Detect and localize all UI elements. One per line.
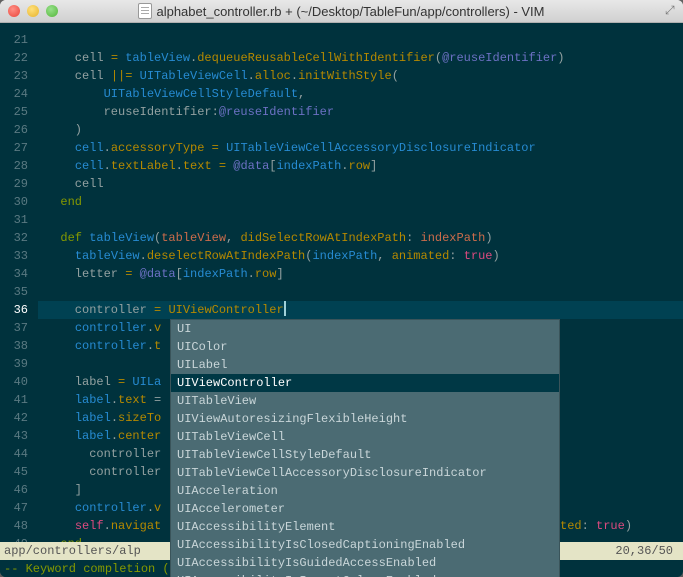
line-number: 30 [0, 193, 38, 211]
window: alphabet_controller.rb + (~/Desktop/Tabl… [0, 0, 683, 577]
code-line[interactable]: ) [38, 121, 683, 139]
code-line[interactable]: UITableViewCellStyleDefault, [38, 85, 683, 103]
line-number: 43 [0, 427, 38, 445]
status-file: app/controllers/alp [4, 542, 141, 560]
completion-item[interactable]: UIAccessibilityIsClosedCaptioningEnabled [171, 536, 559, 554]
line-number: 24 [0, 85, 38, 103]
completion-item[interactable]: UI [171, 320, 559, 338]
completion-item[interactable]: UIColor [171, 338, 559, 356]
code-line[interactable]: cell.accessoryType = UITableViewCellAcce… [38, 139, 683, 157]
line-number: 37 [0, 319, 38, 337]
completion-item[interactable]: UILabel [171, 356, 559, 374]
completion-item[interactable]: UITableView [171, 392, 559, 410]
gutter: 2122232425262728293031323334353637383940… [0, 23, 38, 577]
code-line[interactable] [38, 211, 683, 229]
completion-item[interactable]: UIViewController [171, 374, 559, 392]
code-line[interactable]: tableView.deselectRowAtIndexPath(indexPa… [38, 247, 683, 265]
document-icon [138, 3, 152, 19]
traffic-lights [8, 5, 58, 17]
status-position: 20,36/50 [615, 542, 683, 560]
line-number: 31 [0, 211, 38, 229]
line-number: 39 [0, 355, 38, 373]
line-number: 38 [0, 337, 38, 355]
line-number: 47 [0, 499, 38, 517]
line-number: 48 [0, 517, 38, 535]
completion-item[interactable]: UIAccessibilityIsInvertColorsEnabled [171, 572, 559, 577]
line-number: 28 [0, 157, 38, 175]
code-line[interactable]: controller = UIViewController [38, 301, 683, 319]
minimize-button[interactable] [27, 5, 39, 17]
line-number: 34 [0, 265, 38, 283]
line-number: 41 [0, 391, 38, 409]
completion-item[interactable]: UITableViewCellAccessoryDisclosureIndica… [171, 464, 559, 482]
code-line[interactable]: cell.textLabel.text = @data[indexPath.ro… [38, 157, 683, 175]
line-number: 40 [0, 373, 38, 391]
line-number: 29 [0, 175, 38, 193]
code-line[interactable]: cell ||= UITableViewCell.alloc.initWithS… [38, 67, 683, 85]
code-line[interactable]: letter = @data[indexPath.row] [38, 265, 683, 283]
line-number: 25 [0, 103, 38, 121]
line-number: 22 [0, 49, 38, 67]
maximize-button[interactable] [46, 5, 58, 17]
editor[interactable]: 2122232425262728293031323334353637383940… [0, 23, 683, 577]
titlebar: alphabet_controller.rb + (~/Desktop/Tabl… [0, 0, 683, 23]
window-title-container: alphabet_controller.rb + (~/Desktop/Tabl… [0, 3, 683, 19]
line-number: 27 [0, 139, 38, 157]
line-number: 35 [0, 283, 38, 301]
line-number: 21 [0, 31, 38, 49]
line-number: 23 [0, 67, 38, 85]
line-number: 36 [0, 301, 38, 319]
code-line[interactable] [38, 283, 683, 301]
completion-item[interactable]: UITableViewCellStyleDefault [171, 446, 559, 464]
code-line[interactable]: def tableView(tableView, didSelectRowAtI… [38, 229, 683, 247]
resize-grip-icon[interactable]: ⤢ [665, 4, 679, 18]
cursor [284, 301, 286, 316]
line-number: 26 [0, 121, 38, 139]
code-line[interactable]: end [38, 193, 683, 211]
line-number: 42 [0, 409, 38, 427]
code-line[interactable]: cell = tableView.dequeueReusableCellWith… [38, 49, 683, 67]
completion-item[interactable]: UIViewAutoresizingFlexibleHeight [171, 410, 559, 428]
line-number: 33 [0, 247, 38, 265]
completion-item[interactable]: UIAcceleration [171, 482, 559, 500]
code-trailing: ted: true) [560, 517, 632, 535]
line-number: 44 [0, 445, 38, 463]
completion-item[interactable]: UIAccelerometer [171, 500, 559, 518]
close-button[interactable] [8, 5, 20, 17]
completion-item[interactable]: UIAccessibilityIsGuidedAccessEnabled [171, 554, 559, 572]
line-number: 45 [0, 463, 38, 481]
completion-item[interactable]: UITableViewCell [171, 428, 559, 446]
window-title: alphabet_controller.rb + (~/Desktop/Tabl… [156, 4, 544, 19]
line-number: 46 [0, 481, 38, 499]
code-line[interactable]: reuseIdentifier:@reuseIdentifier [38, 103, 683, 121]
code-line[interactable] [38, 31, 683, 49]
line-number: 32 [0, 229, 38, 247]
code-line[interactable]: cell [38, 175, 683, 193]
completion-item[interactable]: UIAccessibilityElement [171, 518, 559, 536]
completion-popup[interactable]: UIUIColorUILabelUIViewControllerUITableV… [170, 319, 560, 577]
